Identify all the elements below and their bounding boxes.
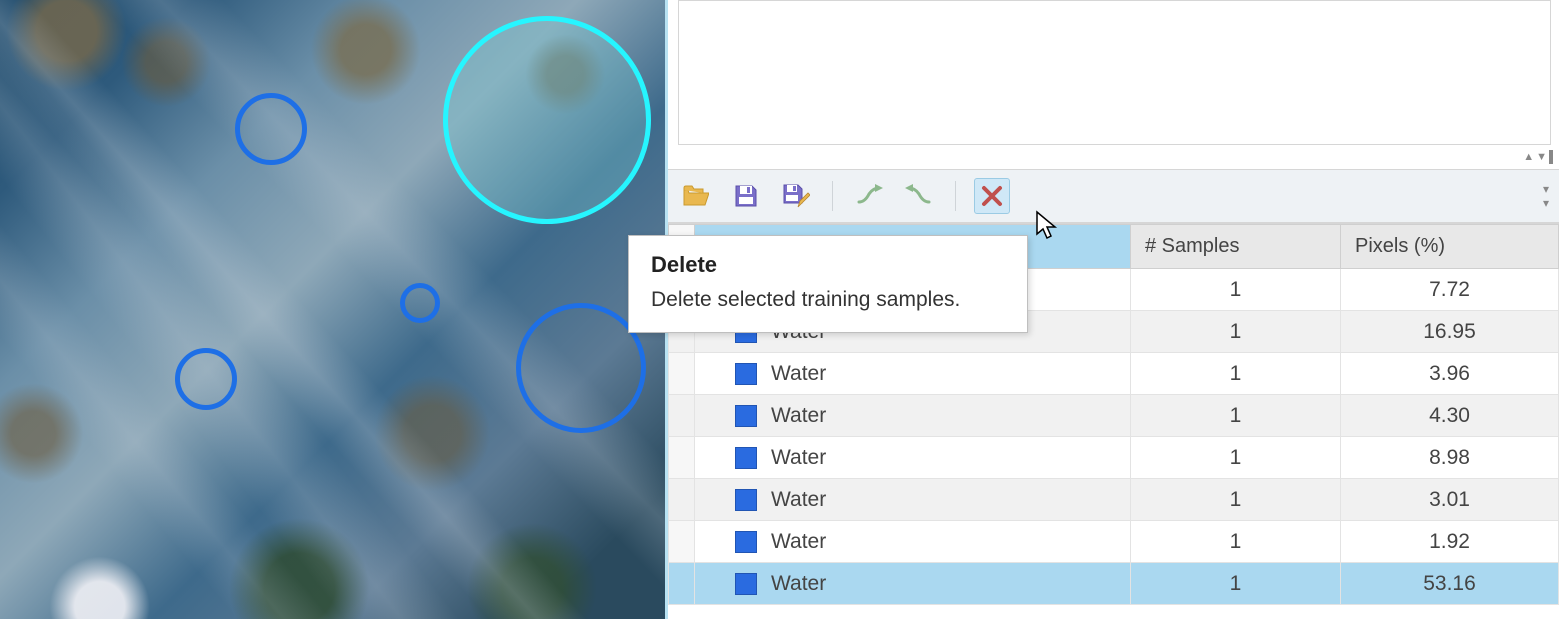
pixels-cell: 7.72 [1341,269,1559,311]
preview-area [678,0,1551,145]
samples-cell: 1 [1131,479,1341,521]
pixels-cell: 16.95 [1341,311,1559,353]
split-button[interactable] [901,178,937,214]
row-handle[interactable] [669,353,695,395]
samples-cell: 1 [1131,521,1341,563]
save-button[interactable] [728,178,764,214]
row-handle[interactable] [669,437,695,479]
samples-cell: 1 [1131,563,1341,605]
class-cell[interactable]: Water [695,479,1131,521]
table-row[interactable]: Water 153.16 [669,563,1559,605]
training-sample-selected[interactable] [443,16,651,224]
class-label: Water [771,446,826,469]
training-sample[interactable] [175,348,237,410]
class-swatch [735,405,757,427]
pixels-cell: 4.30 [1341,395,1559,437]
pixels-cell: 3.96 [1341,353,1559,395]
folder-open-icon [683,185,709,207]
training-sample[interactable] [516,303,646,433]
class-swatch [735,573,757,595]
class-label: Water [771,488,826,511]
tooltip: Delete Delete selected training samples. [628,235,1028,333]
save-icon [734,184,758,208]
map-view[interactable] [0,0,665,619]
table-row[interactable]: Water 18.98 [669,437,1559,479]
samples-cell: 1 [1131,311,1341,353]
toolbar-options-icon[interactable]: ▾▾ [1543,182,1547,210]
samples-cell: 1 [1131,437,1341,479]
table-row[interactable]: Water 14.30 [669,395,1559,437]
merge-icon [855,184,883,208]
close-icon [981,185,1003,207]
training-sample[interactable] [235,93,307,165]
table-row[interactable]: Water 13.96 [669,353,1559,395]
pixels-cell: 3.01 [1341,479,1559,521]
column-header-samples[interactable]: # Samples [1131,225,1341,269]
panel-handle-icon[interactable] [1549,150,1553,164]
toolbar-separator [955,181,956,211]
delete-button[interactable] [974,178,1010,214]
toolbar-separator [832,181,833,211]
pixels-cell: 53.16 [1341,563,1559,605]
tooltip-title: Delete [651,252,1005,278]
tooltip-description: Delete selected training samples. [651,288,1005,312]
class-swatch [735,363,757,385]
class-label: Water [771,404,826,427]
class-swatch [735,489,757,511]
row-handle[interactable] [669,479,695,521]
table-row[interactable]: Water 13.01 [669,479,1559,521]
pixels-cell: 1.92 [1341,521,1559,563]
class-cell[interactable]: Water [695,563,1131,605]
samples-cell: 1 [1131,269,1341,311]
save-edit-button[interactable] [778,178,814,214]
row-handle[interactable] [669,521,695,563]
row-handle[interactable] [669,563,695,605]
table-row[interactable]: Water 11.92 [669,521,1559,563]
row-handle[interactable] [669,395,695,437]
class-swatch [735,531,757,553]
pixels-cell: 8.98 [1341,437,1559,479]
class-cell[interactable]: Water [695,437,1131,479]
samples-cell: 1 [1131,395,1341,437]
panel-collapse-controls[interactable]: ▲ ▼ [668,145,1559,169]
class-cell[interactable]: Water [695,353,1131,395]
split-icon [905,184,933,208]
class-label: Water [771,362,826,385]
save-edit-icon [782,183,810,209]
samples-toolbar: ▾▾ [668,169,1559,223]
collapse-up-icon[interactable]: ▲ [1523,151,1534,163]
class-label: Water [771,530,826,553]
class-label: Water [771,572,826,595]
samples-cell: 1 [1131,353,1341,395]
class-cell[interactable]: Water [695,395,1131,437]
class-swatch [735,447,757,469]
training-sample[interactable] [400,283,440,323]
collapse-down-icon[interactable]: ▼ [1536,151,1547,163]
open-button[interactable] [678,178,714,214]
class-cell[interactable]: Water [695,521,1131,563]
merge-button[interactable] [851,178,887,214]
column-header-pixels[interactable]: Pixels (%) [1341,225,1559,269]
